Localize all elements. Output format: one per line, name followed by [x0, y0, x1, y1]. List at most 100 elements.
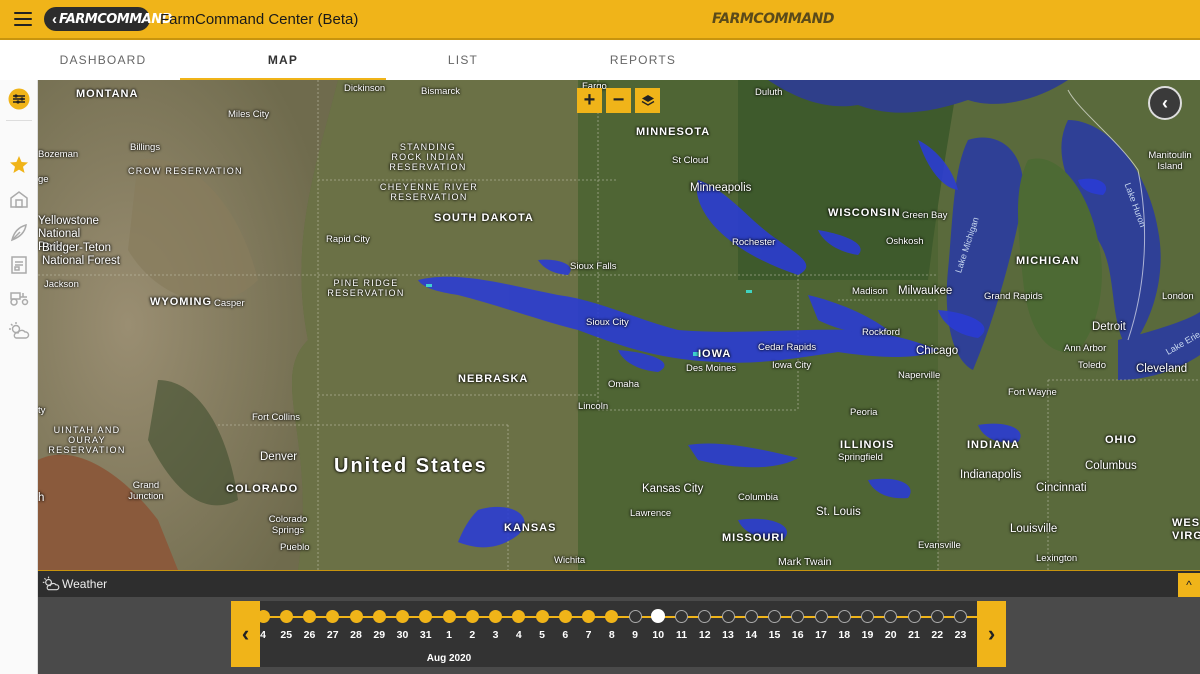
map-label-city: Lexington — [1036, 553, 1078, 564]
zoom-in-button[interactable]: + — [577, 88, 602, 113]
map-label-city: Columbia — [738, 492, 779, 503]
map-label-city: Colorado Springs — [268, 514, 308, 536]
timeline-day-dot[interactable] — [954, 610, 967, 623]
timeline-day-dot[interactable] — [651, 609, 666, 623]
weather-toggle-button[interactable]: ^ — [1178, 573, 1200, 597]
map-label-city: Indianapolis — [960, 469, 1022, 481]
app-root: ‹ FARMCOMMAND FarmCommand Center (Beta) … — [0, 0, 1200, 674]
map-label-reservation: STANDING ROCK INDIAN RESERVATION — [389, 142, 467, 172]
timeline-day-dot[interactable] — [489, 610, 502, 623]
timeline-day-dot[interactable] — [698, 610, 712, 623]
map-label-city: Louisville — [1010, 523, 1058, 535]
map-label-city: Fort Wayne — [1008, 387, 1057, 398]
timeline-day-dot[interactable] — [675, 610, 688, 623]
tab-dashboard[interactable]: DASHBOARD — [0, 40, 206, 80]
map-label-city: Duluth — [755, 87, 783, 98]
timeline-day-label: 16 — [791, 629, 804, 641]
map-label-city: Omaha — [608, 379, 640, 390]
timeline-day-dot[interactable] — [442, 610, 456, 623]
timeline-day-label: 12 — [698, 629, 711, 641]
weather-panel-header[interactable]: Weather ^ — [38, 570, 1200, 597]
map-label-city: Naperville — [898, 370, 941, 381]
app-title: FarmCommand Center (Beta) — [160, 10, 359, 28]
back-button[interactable]: ‹ FARMCOMMAND — [44, 7, 172, 31]
map-label-city: Wichita — [554, 555, 586, 566]
map-label-city: Manitoulin Island — [1148, 150, 1192, 172]
timeline-day-dot[interactable] — [768, 610, 781, 623]
timeline-day-label: 6 — [562, 629, 569, 641]
map-label-city: Chicago — [916, 345, 959, 357]
timeline-day-dot[interactable] — [744, 610, 758, 623]
map-label-city: Lawrence — [630, 508, 672, 519]
map-label-state: WYOMING — [150, 296, 212, 308]
timeline-day-dot[interactable] — [465, 610, 479, 623]
timeline-day-label: 29 — [373, 629, 386, 641]
map-label-city: Kansas City — [642, 483, 704, 495]
map-label-city: Milwaukee — [898, 285, 953, 297]
map-label-city: Rochester — [732, 237, 776, 248]
map-label-city: Bozeman — [38, 149, 79, 160]
map-label-city: Fort Collins — [252, 412, 301, 423]
map-label-reservation: CHEYENNE RIVER RESERVATION — [379, 182, 479, 202]
timeline-day-dot[interactable] — [326, 610, 340, 623]
left-rail — [0, 80, 38, 674]
timeline-day-dot[interactable] — [535, 610, 549, 623]
timeline-day-label: 8 — [608, 629, 615, 641]
timeline-day-label: 9 — [632, 629, 638, 641]
collapse-panel-button[interactable]: ‹ — [1148, 86, 1182, 120]
report-icon[interactable] — [8, 254, 30, 276]
timeline-day-label: 2 — [469, 629, 476, 641]
timeline-day-dot[interactable] — [558, 610, 572, 623]
weather-icon[interactable] — [8, 320, 30, 342]
timeline-day-dot[interactable] — [605, 610, 619, 623]
star-icon[interactable] — [8, 154, 30, 176]
satellite-map[interactable]: MONTANA MINNESOTA SOUTH DAKOTA WISCONSIN… — [38, 80, 1200, 570]
timeline-day-label: 30 — [396, 629, 409, 641]
map-label-city: Oshkosh — [886, 236, 924, 247]
timeline-day-dot[interactable] — [582, 610, 595, 623]
timeline-day-dot[interactable] — [814, 610, 828, 623]
timeline-day-dot[interactable] — [349, 610, 363, 623]
timeline-day-dot[interactable] — [256, 610, 270, 623]
map-label-city: Jackson — [44, 279, 79, 290]
map-label-state: ILLINOIS — [840, 439, 895, 451]
tab-list[interactable]: LIST — [360, 40, 566, 80]
tractor-icon[interactable] — [8, 286, 30, 308]
map-label-edge: h — [38, 492, 45, 504]
timeline-next-button[interactable]: › — [977, 601, 1006, 667]
timeline-day-label: 21 — [908, 629, 920, 641]
tab-reports[interactable]: REPORTS — [540, 40, 746, 80]
zoom-out-button[interactable]: − — [606, 88, 631, 113]
map-label-reservation: CROW RESERVATION — [128, 166, 243, 176]
timeline-day-dot[interactable] — [837, 610, 851, 623]
map-label-city: Evansville — [918, 540, 961, 551]
layers-button[interactable] — [635, 88, 660, 113]
barn-icon[interactable] — [8, 188, 30, 210]
timeline-day-dot[interactable] — [419, 610, 433, 623]
timeline-prev-button[interactable]: ‹ — [231, 601, 260, 667]
timeline-day-dot[interactable] — [628, 610, 642, 623]
timeline-day-dot[interactable] — [303, 610, 316, 623]
timeline-day-dot[interactable] — [372, 610, 386, 623]
tab-map[interactable]: MAP — [180, 40, 386, 80]
timeline-day-dot[interactable] — [512, 610, 526, 623]
timeline-day-dot[interactable] — [721, 610, 735, 623]
weather-icon — [42, 576, 60, 591]
crop-leaf-icon[interactable] — [8, 221, 30, 243]
menu-icon[interactable] — [14, 12, 32, 26]
filter-sliders-icon[interactable] — [8, 88, 30, 110]
map-label-state: NEBRASKA — [458, 373, 529, 385]
map-label-edge: ty — [38, 405, 46, 416]
timeline-day-dot[interactable] — [907, 610, 921, 623]
map-label-state: WISCONSIN — [828, 207, 901, 219]
timeline-day-dot[interactable] — [791, 610, 805, 623]
map-label-city: Minneapolis — [690, 182, 752, 194]
timeline-day-label: 3 — [492, 629, 499, 641]
timeline-day-label: 25 — [280, 629, 293, 641]
timeline-day-dot[interactable] — [861, 610, 874, 623]
map-label-edge: ge — [38, 174, 49, 185]
timeline-day-dot[interactable] — [396, 610, 409, 623]
timeline-day-dot[interactable] — [884, 610, 898, 623]
timeline-day-dot[interactable] — [279, 610, 293, 623]
timeline-day-dot[interactable] — [930, 610, 944, 623]
